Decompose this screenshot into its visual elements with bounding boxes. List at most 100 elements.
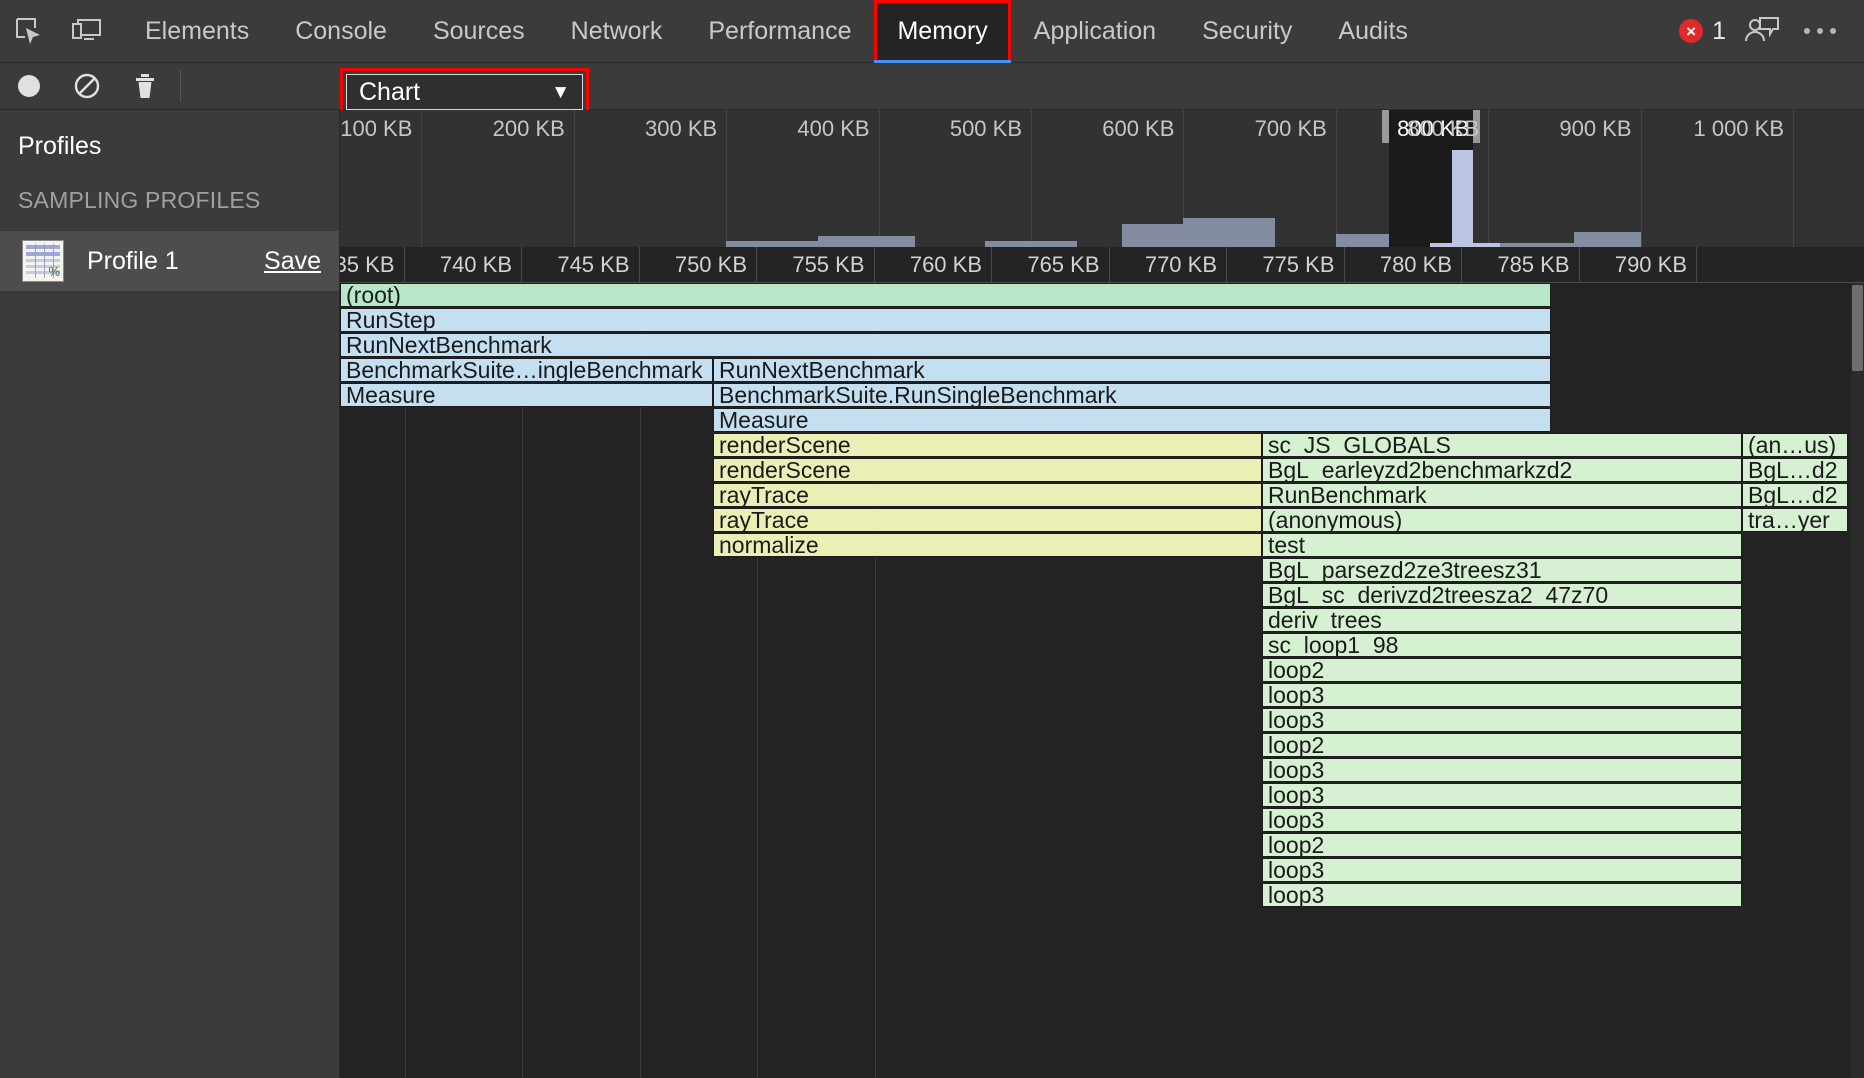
flame-frame[interactable]: BgL_sc_derivzd2treesza2_47z70 (1262, 583, 1742, 607)
more-options-icon[interactable] (1798, 28, 1842, 34)
flame-frame[interactable]: sc_loop1_98 (1262, 633, 1742, 657)
flame-frame[interactable]: BenchmarkSuite…ingleBenchmark (340, 358, 713, 382)
overview-tick-label: 800 KB (1407, 116, 1488, 142)
tab-performance[interactable]: Performance (685, 0, 874, 63)
view-type-value: Chart (359, 78, 420, 107)
overview-bar (882, 236, 916, 247)
tab-sources[interactable]: Sources (410, 0, 548, 63)
flame-frame[interactable]: test (1262, 533, 1742, 557)
flame-frame[interactable]: loop3 (1262, 758, 1742, 782)
overview-bar (818, 236, 852, 247)
tab-elements[interactable]: Elements (122, 0, 272, 63)
flame-frame[interactable]: (root) (340, 283, 1551, 307)
flame-frame[interactable]: rayTrace (713, 483, 1262, 507)
overview-tick-label: 1 000 KB (1693, 116, 1793, 142)
error-icon: × (1679, 19, 1703, 43)
profiles-sidebar: Profiles SAMPLING PROFILES % Profile 1 S… (0, 110, 340, 1078)
profile-icon-percent: % (48, 264, 60, 279)
memory-toolbar (0, 63, 1864, 110)
inspect-element-icon[interactable] (0, 0, 58, 63)
tab-console[interactable]: Console (272, 0, 410, 63)
flame-frame[interactable]: (an…us) (1742, 433, 1848, 457)
flame-frame[interactable]: loop2 (1262, 658, 1742, 682)
flame-frame[interactable]: loop2 (1262, 833, 1742, 857)
sidebar-item-profile-1[interactable]: % Profile 1 Save (0, 231, 339, 291)
ruler-cell: 740 KB (405, 247, 523, 283)
feedback-person-icon[interactable] (1744, 14, 1780, 49)
overview-tick-label: 700 KB (1255, 116, 1336, 142)
flame-frame[interactable]: tra…yer (1742, 508, 1848, 532)
ruler-tick-label: 780 KB (1380, 252, 1452, 278)
flame-frame[interactable]: loop2 (1262, 733, 1742, 757)
tab-label: Performance (708, 17, 851, 46)
save-profile-link[interactable]: Save (264, 247, 325, 276)
flame-chart[interactable]: 735 KB740 KB 745 KB 750 KB 755 KB 760 KB 765 … (340, 247, 1864, 1078)
flame-frame[interactable]: RunStep (340, 308, 1551, 332)
flame-frame[interactable]: loop3 (1262, 708, 1742, 732)
flame-frame[interactable]: loop3 (1262, 858, 1742, 882)
overview-gridline (879, 110, 880, 247)
flame-chart-scrollbar[interactable] (1851, 283, 1864, 1078)
ruler-tick-label: 775 KB (1262, 252, 1334, 278)
flame-frame[interactable]: RunBenchmark (1262, 483, 1742, 507)
flame-frame[interactable]: loop3 (1262, 883, 1742, 907)
trash-bin-icon[interactable] (116, 63, 174, 110)
ruler-tick-label: 745 KB (557, 252, 629, 278)
ruler-tick-label: 760 KB (910, 252, 982, 278)
flame-frame[interactable]: normalize (713, 533, 1262, 557)
flame-chart-rows: (root)RunStepRunNextBenchmarkBenchmarkSu… (340, 283, 1864, 1078)
toolbar-divider (180, 70, 181, 102)
tab-label: Network (571, 17, 663, 46)
flame-frame[interactable]: Measure (340, 383, 713, 407)
overview-bar (1574, 232, 1608, 247)
flame-frame[interactable]: RunNextBenchmark (340, 333, 1551, 357)
tab-security[interactable]: Security (1179, 0, 1315, 63)
memory-overview-chart[interactable]: 800 KB 100 KB200 KB300 KB400 KB500 KB600… (340, 110, 1864, 247)
flame-frame[interactable]: BgL…d2 (1742, 458, 1848, 482)
tab-application[interactable]: Application (1011, 0, 1179, 63)
flame-frame[interactable]: renderScene (713, 433, 1262, 457)
ruler-tick-label: 790 KB (1615, 252, 1687, 278)
flame-frame[interactable]: sc_JS_GLOBALS (1262, 433, 1742, 457)
overview-tick-label: 200 KB (493, 116, 574, 142)
sidebar-group-header: SAMPLING PROFILES (0, 161, 339, 214)
overview-gridline (1336, 110, 1337, 247)
flame-frame[interactable]: RunNextBenchmark (713, 358, 1551, 382)
device-toolbar-icon[interactable] (58, 0, 116, 63)
flame-frame[interactable]: loop3 (1262, 783, 1742, 807)
ruler-cell: 745 KB (522, 247, 640, 283)
tab-memory[interactable]: Memory (874, 0, 1010, 63)
flame-frame[interactable]: loop3 (1262, 808, 1742, 832)
flame-frame[interactable]: BgL_earleyzd2benchmarkzd2 (1262, 458, 1742, 482)
overview-gridline (421, 110, 422, 247)
overview-gridline (1641, 110, 1642, 247)
flame-frame[interactable]: BenchmarkSuite.RunSingleBenchmark (713, 383, 1551, 407)
record-circle-icon[interactable] (0, 63, 58, 110)
ruler-cell: 760 KB (875, 247, 993, 283)
flame-frame[interactable]: (anonymous) (1262, 508, 1742, 532)
ruler-cell: 735 KB (340, 247, 405, 283)
flame-frame[interactable]: deriv_trees (1262, 608, 1742, 632)
view-type-select-annotation: Chart ▼ (340, 68, 589, 116)
scrollbar-thumb[interactable] (1852, 285, 1863, 371)
page-title: Profiles (0, 110, 339, 161)
overview-tick-label: 100 KB (340, 116, 421, 142)
selection-handle-left[interactable] (1382, 110, 1389, 143)
flame-frame[interactable]: rayTrace (713, 508, 1262, 532)
overview-bar (1217, 218, 1275, 247)
flame-frame[interactable]: loop3 (1262, 683, 1742, 707)
flame-frame[interactable]: BgL_parsezd2ze3treesz31 (1262, 558, 1742, 582)
tab-network[interactable]: Network (548, 0, 686, 63)
ruler-tick-label: 750 KB (675, 252, 747, 278)
tab-audits[interactable]: Audits (1315, 0, 1430, 63)
flame-frame[interactable]: BgL…d2 (1742, 483, 1848, 507)
overview-tick-label: 600 KB (1102, 116, 1183, 142)
flame-frame[interactable]: renderScene (713, 458, 1262, 482)
view-type-select[interactable]: Chart ▼ (346, 74, 583, 110)
clear-no-entry-icon[interactable] (58, 63, 116, 110)
flame-frame[interactable]: Measure (713, 408, 1551, 432)
error-badge[interactable]: × 1 (1679, 17, 1726, 46)
tab-label: Security (1202, 17, 1292, 46)
ruler-tick-label: 755 KB (792, 252, 864, 278)
ruler-cell: 765 KB (992, 247, 1110, 283)
